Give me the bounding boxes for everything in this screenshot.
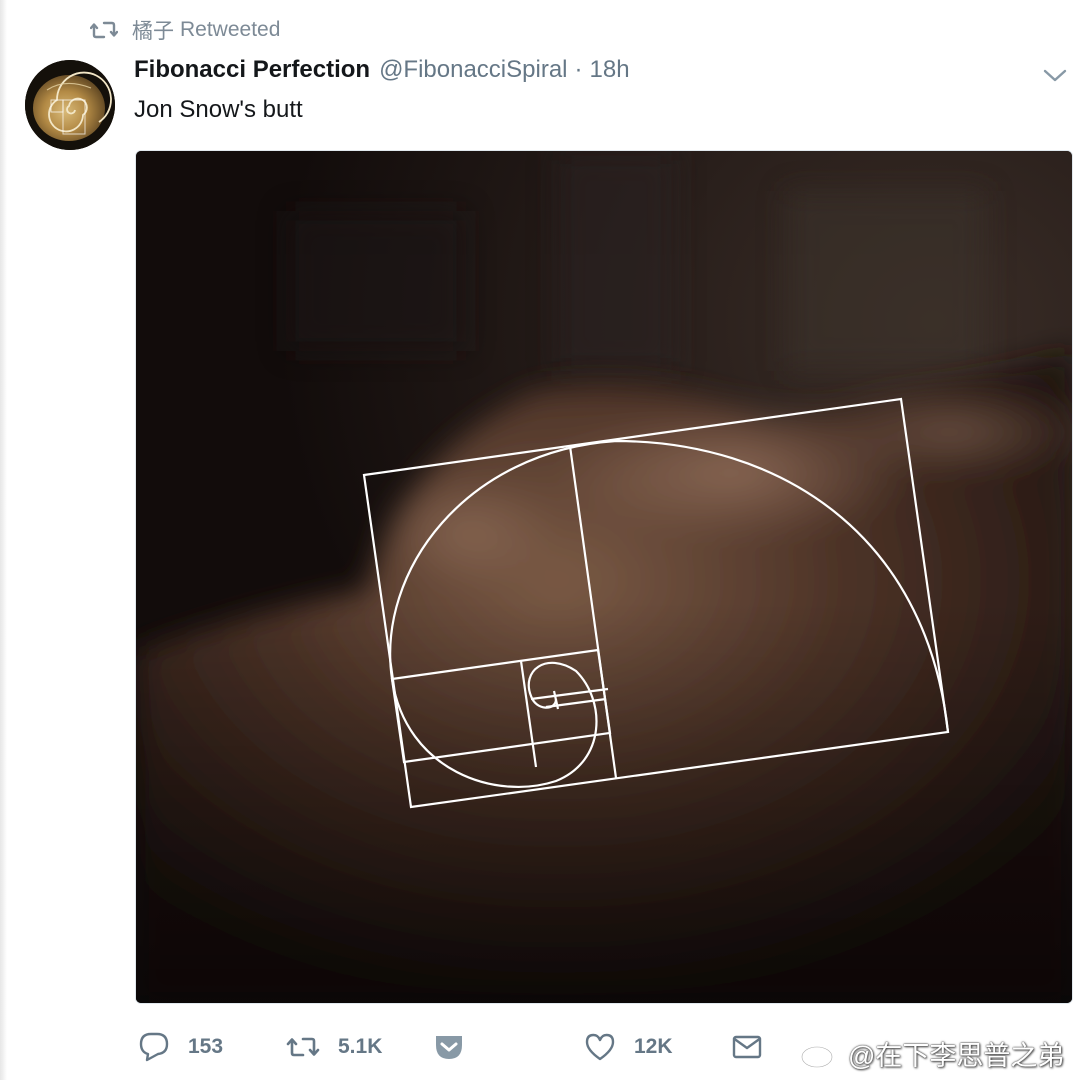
nautilus-shell-icon: [25, 60, 115, 150]
weibo-icon: [800, 1036, 842, 1069]
like-icon: [585, 1033, 615, 1061]
retweeted-label: Retweeted: [180, 18, 281, 41]
weibo-watermark: @在下李思普之弟: [800, 1033, 1064, 1073]
like-button[interactable]: 12K: [584, 1022, 673, 1072]
retweet-button[interactable]: 5.1K: [286, 1022, 382, 1072]
retweet-context-icon: [90, 19, 118, 41]
pocket-button[interactable]: [434, 1022, 464, 1072]
direct-message-button[interactable]: [732, 1022, 762, 1072]
header-separator: ·: [574, 56, 583, 83]
tweet-page: 橘子 Retweeted Fibonacci Perfection @Fibon…: [0, 0, 1087, 1080]
tweet-media[interactable]: [135, 150, 1073, 1004]
display-name[interactable]: Fibonacci Perfection: [134, 56, 370, 84]
tweet-text: Jon Snow's butt: [134, 96, 303, 123]
user-handle[interactable]: @FibonacciSpiral: [379, 56, 567, 84]
chevron-down-icon: [1043, 69, 1067, 82]
photo-with-golden-spiral-overlay: [136, 151, 1072, 1003]
tweet-menu-button[interactable]: [1042, 62, 1068, 88]
like-count: 12K: [634, 1035, 673, 1058]
pocket-icon: [436, 1036, 462, 1059]
timeline-left-border: [0, 0, 7, 1080]
avatar[interactable]: [25, 60, 115, 150]
reply-count: 153: [188, 1035, 224, 1058]
retweet-icon: [286, 1037, 320, 1057]
reply-button[interactable]: 153: [138, 1022, 223, 1072]
watermark-text: @在下李思普之弟: [848, 1040, 1065, 1071]
retweeter-name[interactable]: 橘子: [132, 15, 174, 45]
reply-icon: [139, 1032, 169, 1062]
retweet-context[interactable]: 橘子 Retweeted: [90, 16, 280, 44]
tweet-timestamp[interactable]: 18h: [590, 56, 630, 84]
tweet-header: Fibonacci Perfection @FibonacciSpiral · …: [134, 56, 630, 92]
retweet-count: 5.1K: [338, 1035, 383, 1058]
message-icon: [732, 1035, 762, 1059]
